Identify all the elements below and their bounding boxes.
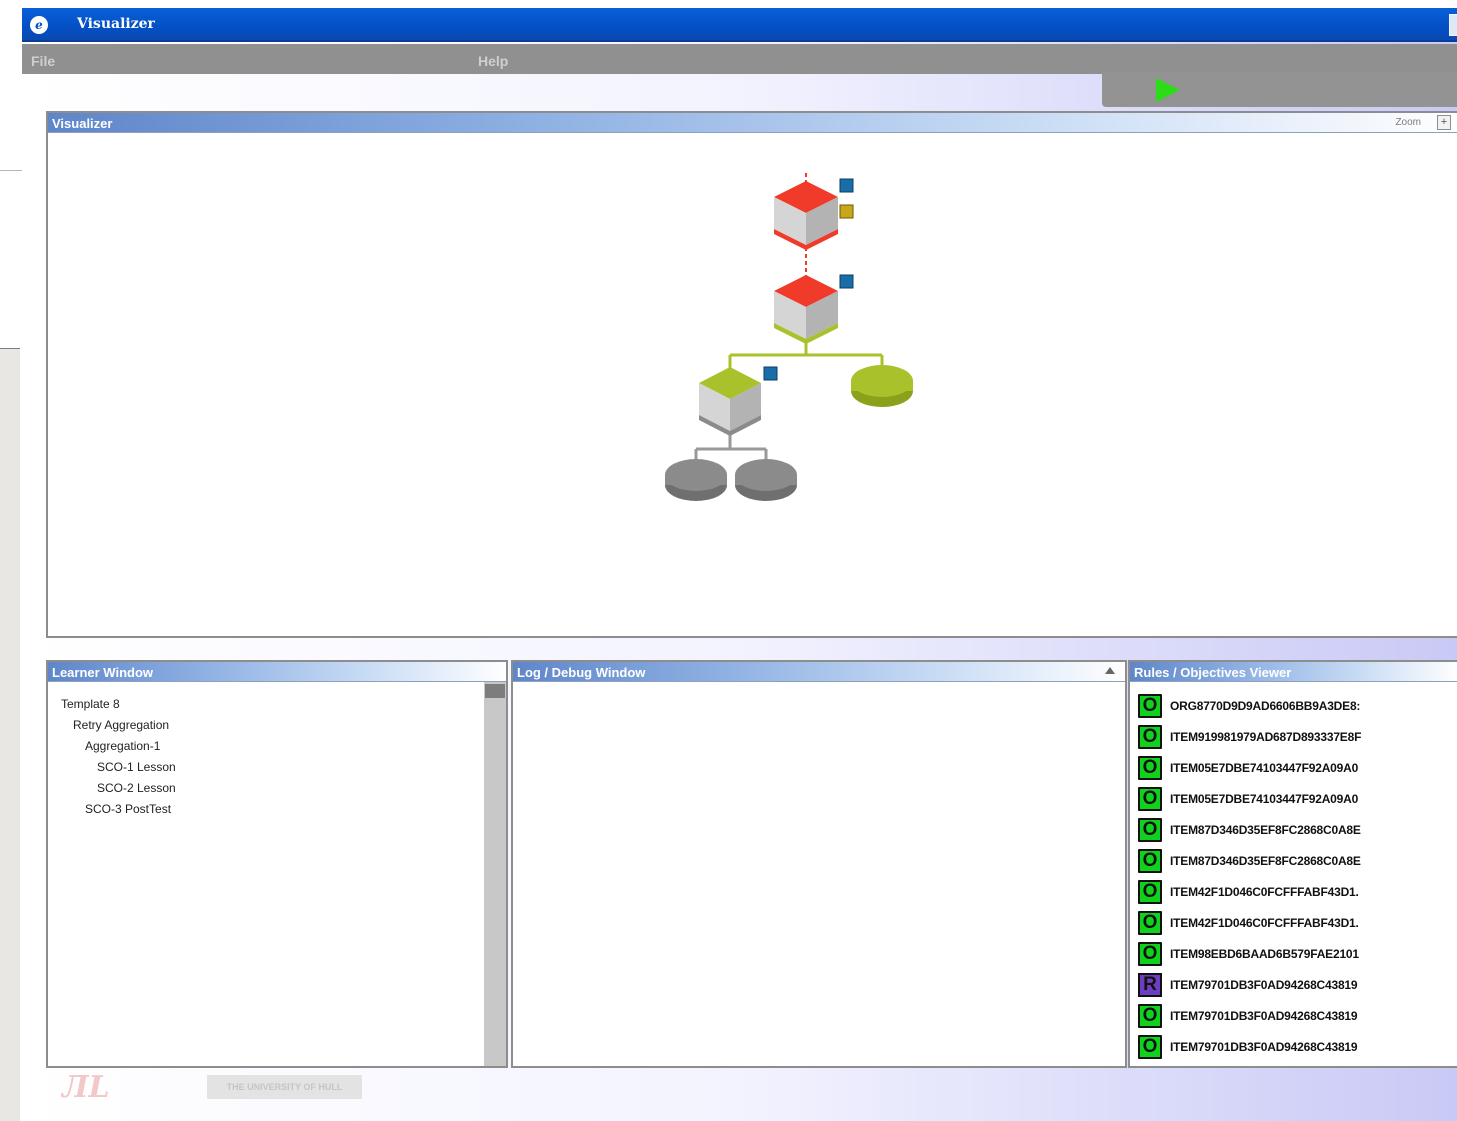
- window-title: Visualizer: [77, 16, 155, 32]
- app-logo-icon: e: [30, 16, 48, 34]
- objective-badge-icon: O: [1138, 787, 1162, 811]
- log-title: Log / Debug Window: [517, 665, 646, 680]
- objective-badge-icon: O: [1138, 818, 1162, 842]
- rule-id: ORG8770D9D9AD6606BB9A3DE8:: [1170, 699, 1361, 713]
- rule-id: ITEM79701DB3F0AD94268C43819: [1170, 1040, 1358, 1054]
- objective-badge-icon: O: [1138, 756, 1162, 780]
- menu-bar: File Help: [22, 44, 1457, 74]
- learner-tree-item[interactable]: Aggregation-1: [61, 736, 176, 757]
- zoom-label: Zoom: [1395, 117, 1421, 128]
- objective-badge-icon: O: [1138, 1004, 1162, 1028]
- learner-tree-item[interactable]: Retry Aggregation: [61, 715, 176, 736]
- rule-id: ITEM05E7DBE74103447F92A09A0: [1170, 792, 1359, 806]
- rule-id: ITEM05E7DBE74103447F92A09A0: [1170, 761, 1359, 775]
- menu-help[interactable]: Help: [478, 53, 508, 69]
- objective-badge-icon: O: [1138, 942, 1162, 966]
- rule-row[interactable]: O ITEM05E7DBE74103447F92A09A0: [1138, 785, 1448, 816]
- visualizer-title: Visualizer: [52, 116, 113, 131]
- tree-node-aggregation-1[interactable]: [699, 366, 778, 436]
- rule-id: ITEM79701DB3F0AD94268C43819: [1170, 1009, 1358, 1023]
- desktop-panel: [0, 348, 20, 1121]
- learner-title: Learner Window: [52, 665, 154, 680]
- learner-panel: Learner Window Template 8 Retry Aggregati…: [46, 660, 508, 1068]
- rules-header: Rules / Objectives Viewer: [1130, 662, 1457, 682]
- rules-panel: Rules / Objectives Viewer O ORG8770D9D9AD…: [1128, 660, 1457, 1068]
- rule-id: ITEM79701DB3F0AD94268C43819: [1170, 978, 1358, 992]
- objective-badge-icon: O: [1138, 1035, 1162, 1059]
- tree-node-sco-1[interactable]: [665, 459, 727, 501]
- rule-row[interactable]: O ITEM87D346D35EF8FC2868C0A8E: [1138, 816, 1448, 847]
- title-bar: e Visualizer: [22, 8, 1457, 42]
- window-button[interactable]: [1449, 14, 1457, 36]
- tree-node-aggregation[interactable]: [774, 274, 854, 344]
- rule-id: ITEM42F1D046C0FCFFFABF43D1.: [1170, 916, 1359, 930]
- learner-tree-item[interactable]: SCO-1 Lesson: [61, 757, 176, 778]
- screen: e Visualizer File Help ЛL THE UNIVERSITY…: [0, 0, 1457, 1121]
- rules-list: O ORG8770D9D9AD6606BB9A3DE8: O ITEM91998197…: [1138, 692, 1448, 1064]
- visualizer-canvas: [48, 135, 1457, 635]
- rule-id: ITEM919981979AD687D893337E8F: [1170, 730, 1362, 744]
- zoom-in-button[interactable]: +: [1437, 115, 1451, 130]
- status-marker-icon: [839, 274, 854, 289]
- app-window: e Visualizer File Help ЛL THE UNIVERSITY…: [22, 8, 1457, 1121]
- objective-badge-icon: O: [1138, 849, 1162, 873]
- tree-node-sco-3[interactable]: [851, 365, 913, 407]
- rule-row[interactable]: O ITEM42F1D046C0FCFFFABF43D1.: [1138, 878, 1448, 909]
- rule-row[interactable]: O ITEM98EBD6BAAD6B579FAE2101: [1138, 940, 1448, 971]
- rule-row[interactable]: O ITEM79701DB3F0AD94268C43819: [1138, 1033, 1448, 1064]
- visualizer-panel: Visualizer Zoom +: [46, 111, 1457, 638]
- background-watermark: THE UNIVERSITY OF HULL: [207, 1075, 362, 1099]
- divider: [0, 170, 22, 171]
- tree-node-root[interactable]: [774, 178, 854, 250]
- log-header: Log / Debug Window: [513, 662, 1125, 682]
- menu-file[interactable]: File: [31, 53, 55, 69]
- learner-tree-item[interactable]: Template 8: [61, 694, 176, 715]
- background-logo: ЛL: [62, 1070, 110, 1105]
- rule-row[interactable]: O ITEM79701DB3F0AD94268C43819: [1138, 1002, 1448, 1033]
- rule-row[interactable]: O ITEM919981979AD687D893337E8F: [1138, 723, 1448, 754]
- visualizer-header: Visualizer Zoom +: [48, 113, 1457, 133]
- learner-scrollbar[interactable]: [484, 682, 506, 1066]
- log-panel: Log / Debug Window: [511, 660, 1127, 1068]
- rule-row[interactable]: O ITEM87D346D35EF8FC2868C0A8E: [1138, 847, 1448, 878]
- scrollbar-thumb[interactable]: [485, 684, 505, 698]
- rule-row[interactable]: R ITEM79701DB3F0AD94268C43819: [1138, 971, 1448, 1002]
- rule-badge-icon: R: [1138, 973, 1162, 997]
- learner-tree-item[interactable]: SCO-2 Lesson: [61, 778, 176, 799]
- toolbar: [1102, 72, 1457, 107]
- rules-title: Rules / Objectives Viewer: [1134, 665, 1292, 680]
- rule-row[interactable]: O ITEM42F1D046C0FCFFFABF43D1.: [1138, 909, 1448, 940]
- learner-header: Learner Window: [48, 662, 506, 682]
- status-marker-icon: [839, 178, 854, 193]
- objective-badge-icon: O: [1138, 694, 1162, 718]
- rule-id: ITEM87D346D35EF8FC2868C0A8E: [1170, 823, 1361, 837]
- rule-row[interactable]: O ITEM05E7DBE74103447F92A09A0: [1138, 754, 1448, 785]
- status-marker-icon: [839, 204, 854, 219]
- play-icon[interactable]: [1156, 78, 1180, 102]
- rule-id: ITEM87D346D35EF8FC2868C0A8E: [1170, 854, 1361, 868]
- rule-id: ITEM42F1D046C0FCFFFABF43D1.: [1170, 885, 1359, 899]
- learner-tree-item[interactable]: SCO-3 PostTest: [61, 799, 176, 820]
- rule-id: ITEM98EBD6BAAD6B579FAE2101: [1170, 947, 1359, 961]
- tree-node-sco-2[interactable]: [735, 459, 797, 501]
- objective-badge-icon: O: [1138, 880, 1162, 904]
- objective-badge-icon: O: [1138, 725, 1162, 749]
- collapse-up-icon[interactable]: [1105, 667, 1115, 674]
- learner-tree: Template 8 Retry Aggregation Aggregation-1…: [61, 694, 176, 820]
- objective-badge-icon: O: [1138, 911, 1162, 935]
- rule-row[interactable]: O ORG8770D9D9AD6606BB9A3DE8:: [1138, 692, 1448, 723]
- status-marker-icon: [763, 366, 778, 381]
- desktop-strip: [0, 0, 22, 1121]
- activity-tree-graph: [665, 173, 913, 501]
